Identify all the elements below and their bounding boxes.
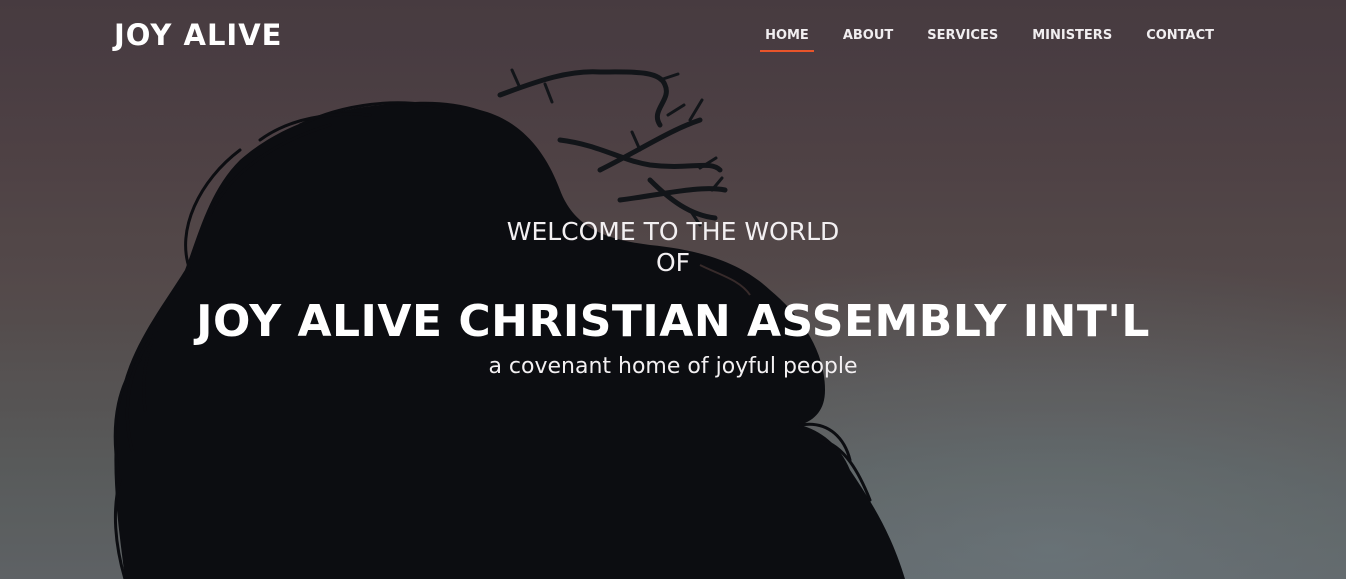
nav-contact[interactable]: CONTACT [1144, 26, 1216, 46]
nav-services[interactable]: SERVICES [925, 26, 1000, 46]
main-nav: HOME ABOUT SERVICES MINISTERS CONTACT [733, 26, 1216, 52]
nav-home[interactable]: HOME [760, 26, 814, 52]
church-name-title: JOY ALIVE CHRISTIAN ASSEMBLY INT'L [196, 296, 1150, 347]
hero-section: JOY ALIVE HOME ABOUT SERVICES MINISTERS … [0, 0, 1346, 579]
hero-text: WELCOME TO THE WORLD OF JOY ALIVE CHRIST… [0, 216, 1346, 382]
welcome-of: OF [655, 248, 691, 277]
welcome-heading: WELCOME TO THE WORLD [506, 217, 840, 246]
nav-about[interactable]: ABOUT [841, 26, 895, 46]
tagline: a covenant home of joyful people [488, 354, 858, 379]
nav-ministers[interactable]: MINISTERS [1030, 26, 1114, 46]
brand-logo[interactable]: JOY ALIVE [114, 16, 282, 54]
top-navbar: JOY ALIVE HOME ABOUT SERVICES MINISTERS … [0, 0, 1346, 72]
